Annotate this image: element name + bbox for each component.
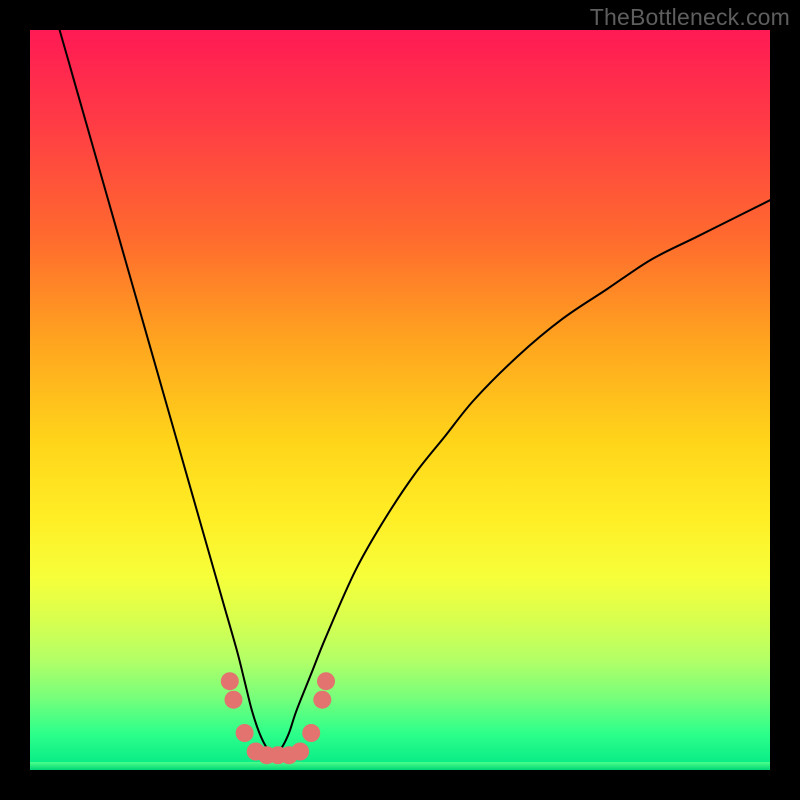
plot-area [30, 30, 770, 770]
watermark-text: TheBottleneck.com [590, 4, 790, 31]
marker-dots-group [221, 672, 335, 764]
marker-dot [221, 672, 239, 690]
marker-dot [291, 743, 309, 761]
marker-dot [302, 724, 320, 742]
marker-dot [317, 672, 335, 690]
chart-frame: TheBottleneck.com [0, 0, 800, 800]
curve-right-branch [274, 200, 770, 755]
marker-dot [236, 724, 254, 742]
curve-layer [30, 30, 770, 770]
curve-left-branch [60, 30, 275, 755]
marker-dot [313, 691, 331, 709]
marker-dot [225, 691, 243, 709]
